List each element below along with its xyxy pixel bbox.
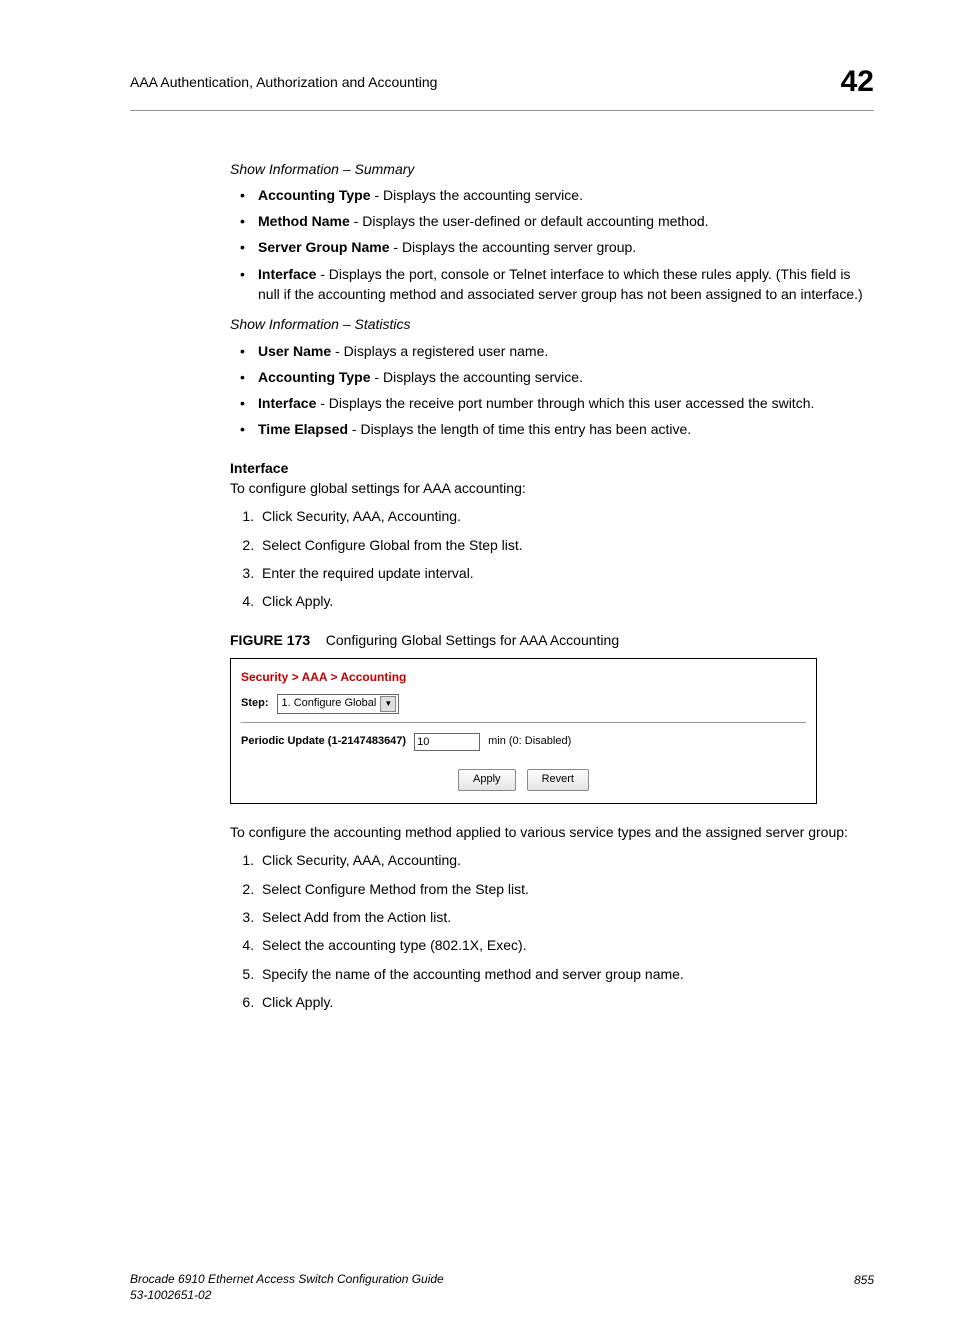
desc: - Displays the accounting service. — [371, 369, 583, 385]
chapter-number: 42 — [841, 60, 874, 104]
term: Method Name — [258, 213, 350, 229]
apply-button[interactable]: Apply — [458, 769, 516, 791]
summary-heading: Show Information – Summary — [230, 159, 874, 179]
step-item: Select Add from the Action list. — [258, 907, 874, 927]
step-item: Click Apply. — [258, 992, 874, 1012]
step-item: Select the accounting type (802.1X, Exec… — [258, 935, 874, 955]
page-header: AAA Authentication, Authorization and Ac… — [130, 60, 874, 111]
footer-doc-number: 53-1002651-02 — [130, 1288, 444, 1304]
term: Server Group Name — [258, 239, 390, 255]
main-content: Show Information – Summary Accounting Ty… — [230, 159, 874, 1013]
desc: - Displays the receive port number throu… — [316, 395, 814, 411]
term: Accounting Type — [258, 369, 371, 385]
periodic-update-label: Periodic Update (1-2147483647) — [241, 734, 406, 750]
summary-list: Accounting Type - Displays the accountin… — [230, 185, 874, 304]
periodic-update-input[interactable] — [414, 733, 480, 751]
interface-steps: Click Security, AAA, Accounting. Select … — [230, 506, 874, 611]
list-item: Time Elapsed - Displays the length of ti… — [230, 419, 874, 439]
interface-intro: To configure global settings for AAA acc… — [230, 478, 874, 498]
desc: - Displays the port, console or Telnet i… — [258, 266, 863, 302]
breadcrumb: Security > AAA > Accounting — [231, 659, 816, 694]
list-item: User Name - Displays a registered user n… — [230, 341, 874, 361]
figure-caption: FIGURE 173 Configuring Global Settings f… — [230, 630, 874, 650]
step-select-value: 1. Configure Global — [282, 696, 377, 712]
step-item: Click Apply. — [258, 591, 874, 611]
desc: - Displays the length of time this entry… — [348, 421, 691, 437]
step-item: Select Configure Global from the Step li… — [258, 535, 874, 555]
figure-screenshot: Security > AAA > Accounting Step: 1. Con… — [230, 658, 817, 804]
step-item: Click Security, AAA, Accounting. — [258, 850, 874, 870]
revert-button[interactable]: Revert — [527, 769, 589, 791]
list-item: Interface - Displays the port, console o… — [230, 264, 874, 305]
method-intro: To configure the accounting method appli… — [230, 822, 874, 842]
term: Accounting Type — [258, 187, 371, 203]
figure-number: FIGURE 173 — [230, 632, 310, 648]
desc: - Displays the user-defined or default a… — [350, 213, 709, 229]
step-select[interactable]: 1. Configure Global ▼ — [277, 694, 400, 714]
periodic-update-row: Periodic Update (1-2147483647) min (0: D… — [241, 733, 806, 751]
term: Interface — [258, 395, 316, 411]
step-item: Click Security, AAA, Accounting. — [258, 506, 874, 526]
desc: - Displays the accounting server group. — [390, 239, 637, 255]
list-item: Server Group Name - Displays the account… — [230, 237, 874, 257]
step-item: Specify the name of the accounting metho… — [258, 964, 874, 984]
chevron-down-icon: ▼ — [380, 696, 396, 712]
footer-doc-title: Brocade 6910 Ethernet Access Switch Conf… — [130, 1272, 444, 1288]
method-steps: Click Security, AAA, Accounting. Select … — [230, 850, 874, 1012]
desc: - Displays a registered user name. — [331, 343, 548, 359]
list-item: Accounting Type - Displays the accountin… — [230, 185, 874, 205]
term: Interface — [258, 266, 316, 282]
step-item: Enter the required update interval. — [258, 563, 874, 583]
step-row: Step: 1. Configure Global ▼ — [241, 694, 806, 723]
periodic-update-hint: min (0: Disabled) — [488, 734, 571, 750]
list-item: Interface - Displays the receive port nu… — [230, 393, 874, 413]
page-number: 855 — [854, 1272, 874, 1303]
list-item: Accounting Type - Displays the accountin… — [230, 367, 874, 387]
statistics-heading: Show Information – Statistics — [230, 314, 874, 334]
desc: - Displays the accounting service. — [371, 187, 583, 203]
step-item: Select Configure Method from the Step li… — [258, 879, 874, 899]
header-title: AAA Authentication, Authorization and Ac… — [130, 72, 437, 92]
figure-title: Configuring Global Settings for AAA Acco… — [326, 632, 619, 648]
interface-heading: Interface — [230, 458, 874, 478]
page-footer: Brocade 6910 Ethernet Access Switch Conf… — [130, 1272, 874, 1303]
step-label: Step: — [241, 696, 269, 712]
list-item: Method Name - Displays the user-defined … — [230, 211, 874, 231]
statistics-list: User Name - Displays a registered user n… — [230, 341, 874, 440]
term: Time Elapsed — [258, 421, 348, 437]
term: User Name — [258, 343, 331, 359]
